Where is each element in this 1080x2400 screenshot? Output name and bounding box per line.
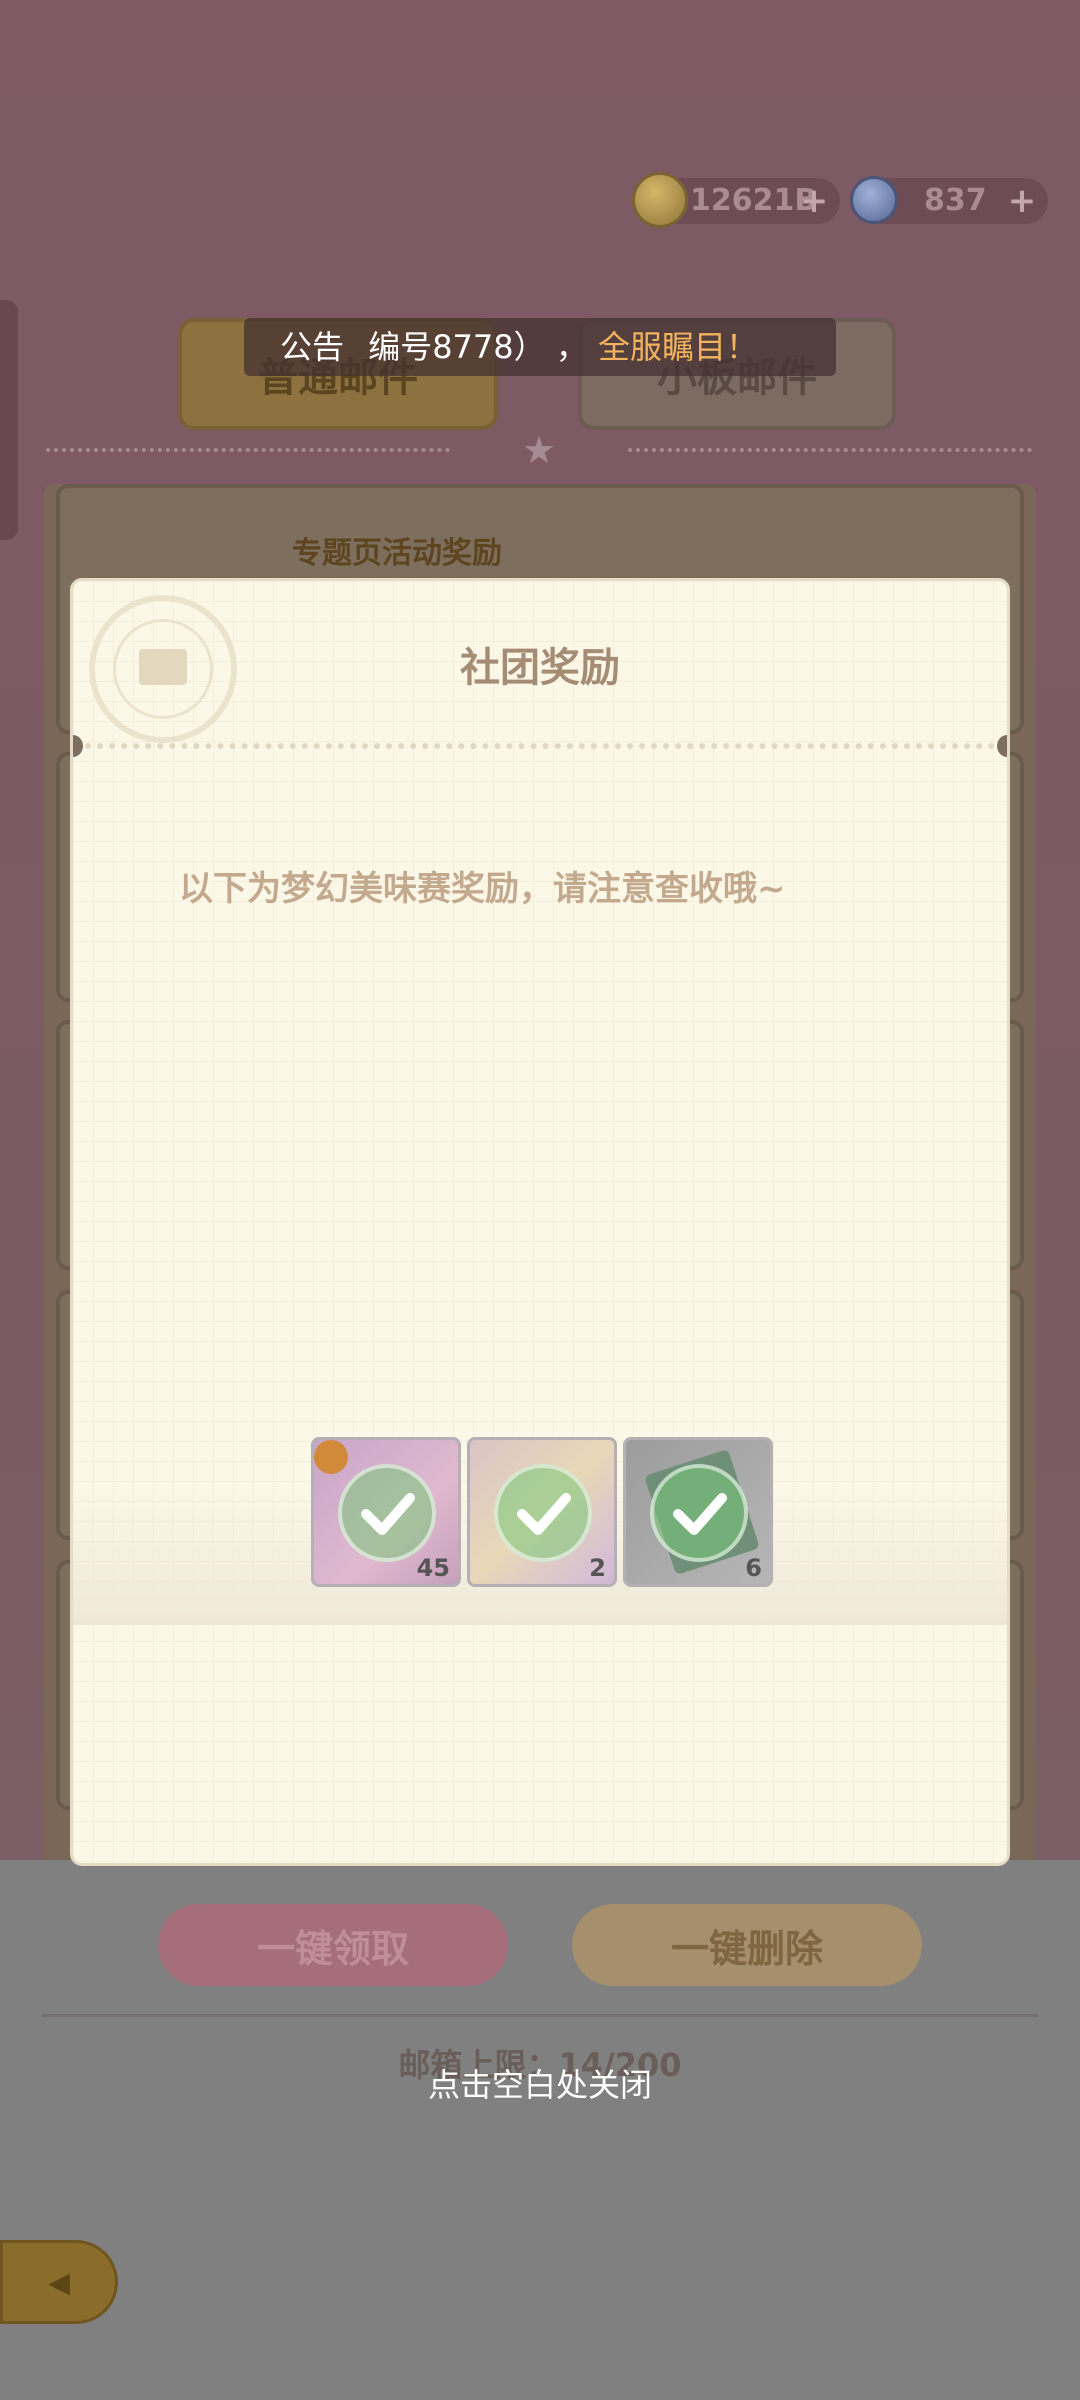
list-item-title: 专题页活动奖励 <box>292 536 502 571</box>
coin-icon <box>632 172 688 228</box>
gem-icon <box>850 176 898 224</box>
close-hint[interactable]: 点击空白处关闭 <box>0 2060 1080 2106</box>
announcement-text: 编号8778） <box>368 328 546 366</box>
announcement-prefix: 公告 <box>280 328 345 366</box>
announcement-highlight: 全服瞩目！ <box>598 328 759 366</box>
reward-modal: 社团奖励 以下为梦幻美味赛奖励，请注意查收哦~ 45 2 6 <box>70 578 1010 1866</box>
item-count: 45 <box>416 1554 450 1582</box>
divider-left <box>46 448 450 454</box>
check-icon <box>338 1464 436 1562</box>
check-icon <box>650 1464 748 1562</box>
check-icon <box>494 1464 592 1562</box>
delete-all-button[interactable]: 一键删除 <box>572 1904 922 1986</box>
modal-lower-area <box>73 1625 1007 1863</box>
item-count: 6 <box>745 1554 762 1582</box>
reward-item[interactable]: 6 <box>623 1437 773 1587</box>
claim-all-label: 一键领取 <box>256 1926 409 1971</box>
coin-counter[interactable]: 12621B + <box>632 172 840 228</box>
add-gems-icon[interactable]: + <box>1006 184 1038 218</box>
claim-all-button[interactable]: 一键领取 <box>158 1904 508 1986</box>
item-count: 2 <box>589 1554 606 1582</box>
reward-item[interactable]: 2 <box>467 1437 617 1587</box>
delete-all-label: 一键删除 <box>670 1926 823 1971</box>
announcement-banner: 公告 编号8778） ， 全服瞩目！ <box>244 318 836 376</box>
bottom-divider <box>42 2014 1038 2017</box>
frog-costume-icon <box>314 1440 348 1474</box>
divider-right <box>628 448 1032 454</box>
star-icon: ★ <box>522 428 557 472</box>
reward-item[interactable]: 45 <box>311 1437 461 1587</box>
modal-title: 社团奖励 <box>460 645 620 691</box>
side-drawer-tab[interactable] <box>0 300 18 540</box>
back-arrow-icon: ◂ <box>47 2256 71 2307</box>
announcement-comma: ， <box>555 328 588 366</box>
gem-counter[interactable]: 837 + <box>850 176 1048 224</box>
notch-left <box>73 735 83 757</box>
modal-divider <box>73 743 1007 749</box>
modal-message: 以下为梦幻美味赛奖励，请注意查收哦~ <box>179 869 786 909</box>
back-button[interactable]: ◂ <box>0 2240 118 2324</box>
gem-value: 837 <box>924 183 987 218</box>
notch-right <box>997 735 1007 757</box>
add-coins-icon[interactable]: + <box>798 184 830 218</box>
